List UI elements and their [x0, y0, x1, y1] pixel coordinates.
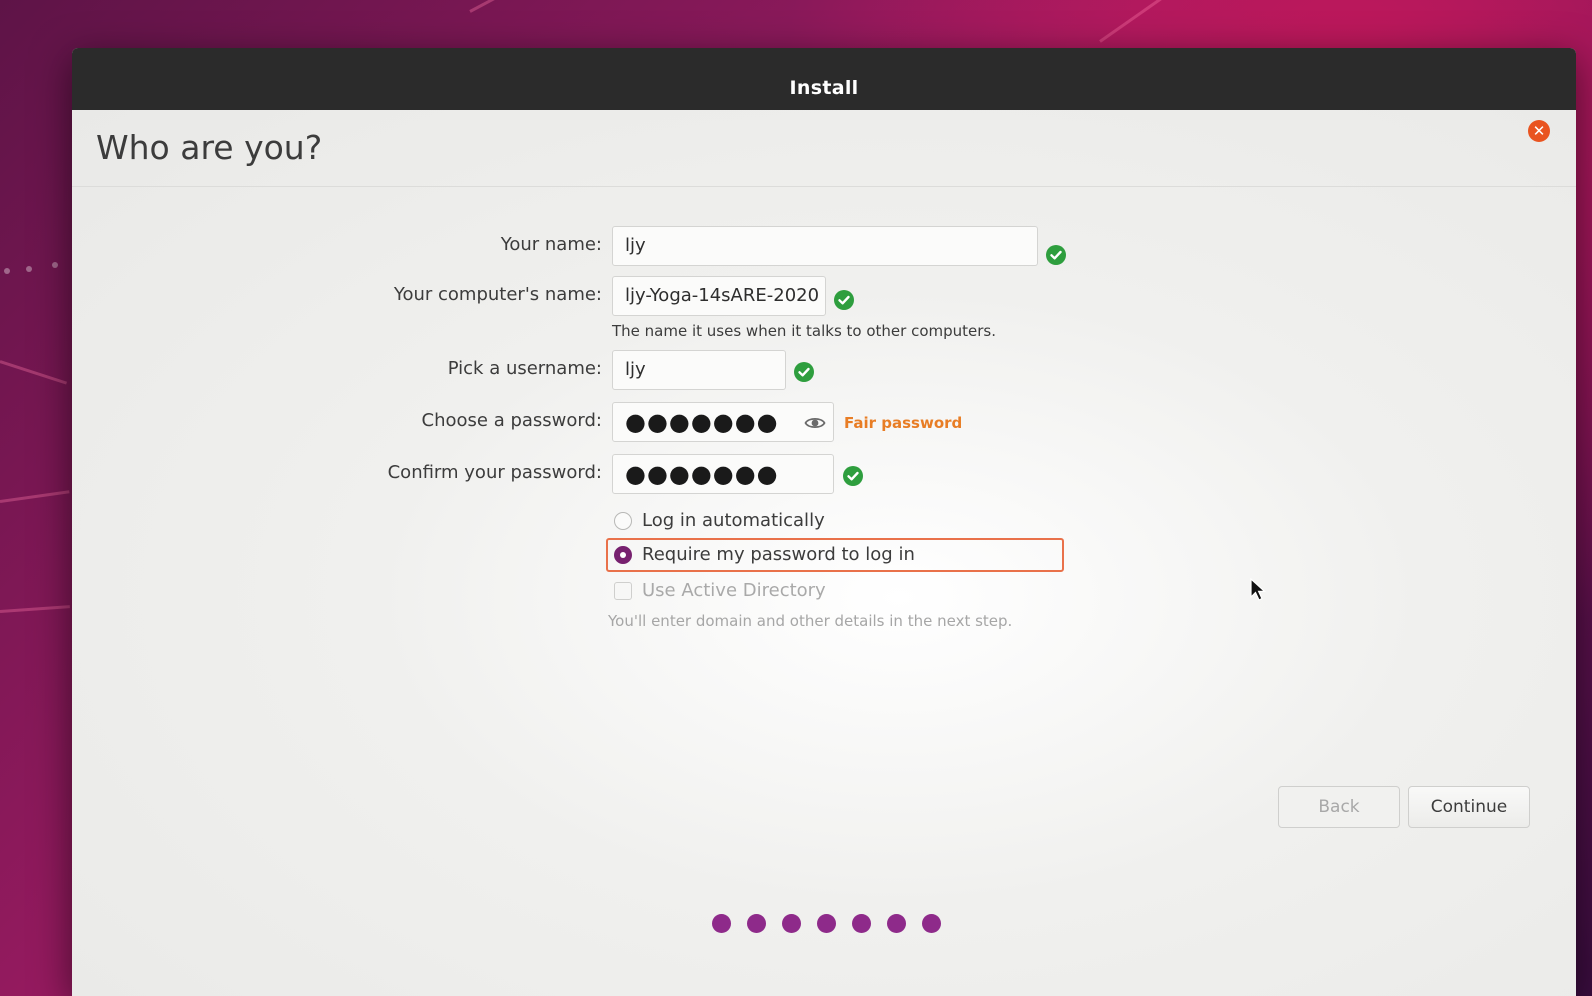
computer-name-label: Your computer's name:	[393, 284, 602, 305]
back-button[interactable]: Back	[1278, 786, 1400, 828]
active-directory-checkbox[interactable]	[614, 581, 632, 600]
wallpaper-streak	[0, 490, 70, 503]
password-label: Choose a password:	[421, 410, 602, 431]
check-circle-icon	[1046, 245, 1066, 265]
name-label: Your name:	[500, 234, 602, 255]
wallpaper-dot	[52, 262, 58, 268]
installer-window: Install ✕ Who are you? Your name: ljy Yo…	[72, 48, 1576, 996]
continue-button[interactable]: Continue	[1408, 786, 1530, 828]
close-button[interactable]: ✕	[1528, 120, 1550, 142]
progress-dot	[922, 914, 941, 933]
close-icon: ✕	[1532, 122, 1546, 140]
username-field[interactable]: ljy	[612, 350, 786, 390]
active-directory-option[interactable]: Use Active Directory	[614, 580, 826, 601]
progress-dot	[712, 914, 731, 933]
computer-name-hint: The name it uses when it talks to other …	[612, 322, 997, 340]
require-password-option[interactable]: Require my password to log in	[614, 544, 915, 565]
check-circle-icon	[794, 362, 814, 382]
progress-dot	[782, 914, 801, 933]
progress-dot	[852, 914, 871, 933]
window-title: Install	[789, 77, 859, 99]
auto-login-label: Log in automatically	[642, 510, 825, 531]
active-directory-label: Use Active Directory	[642, 580, 826, 601]
require-password-radio[interactable]	[614, 545, 632, 564]
titlebar[interactable]: Install	[72, 48, 1576, 110]
confirm-password-label: Confirm your password:	[387, 462, 602, 483]
wallpaper-streak	[0, 360, 68, 385]
wallpaper-streak	[0, 605, 70, 613]
wallpaper-dot	[26, 266, 32, 272]
password-field[interactable]: ●●●●●●●	[612, 402, 834, 442]
wallpaper-dot	[4, 268, 10, 274]
require-password-label: Require my password to log in	[642, 544, 915, 565]
check-circle-icon	[834, 290, 854, 310]
wallpaper-streak	[1099, 0, 1232, 43]
content-area: Who are you? Your name: ljy Your compute…	[72, 110, 1576, 996]
eye-icon[interactable]	[804, 412, 826, 434]
username-label: Pick a username:	[447, 358, 602, 379]
auto-login-radio[interactable]	[614, 511, 632, 530]
progress-dot	[817, 914, 836, 933]
progress-indicator	[712, 914, 941, 933]
active-directory-hint: You'll enter domain and other details in…	[608, 612, 1013, 630]
page-title: Who are you?	[96, 128, 323, 167]
check-circle-icon	[843, 466, 863, 486]
header-divider	[72, 186, 1576, 187]
password-strength: Fair password	[844, 414, 963, 432]
name-field[interactable]: ljy	[612, 226, 1038, 266]
wallpaper-streak	[469, 0, 612, 13]
progress-dot	[747, 914, 766, 933]
confirm-password-field[interactable]: ●●●●●●●	[612, 454, 834, 494]
progress-dot	[887, 914, 906, 933]
mouse-cursor-icon	[1250, 578, 1267, 601]
auto-login-option[interactable]: Log in automatically	[614, 510, 825, 531]
computer-name-field[interactable]: ljy-Yoga-14sARE-2020	[612, 276, 826, 316]
